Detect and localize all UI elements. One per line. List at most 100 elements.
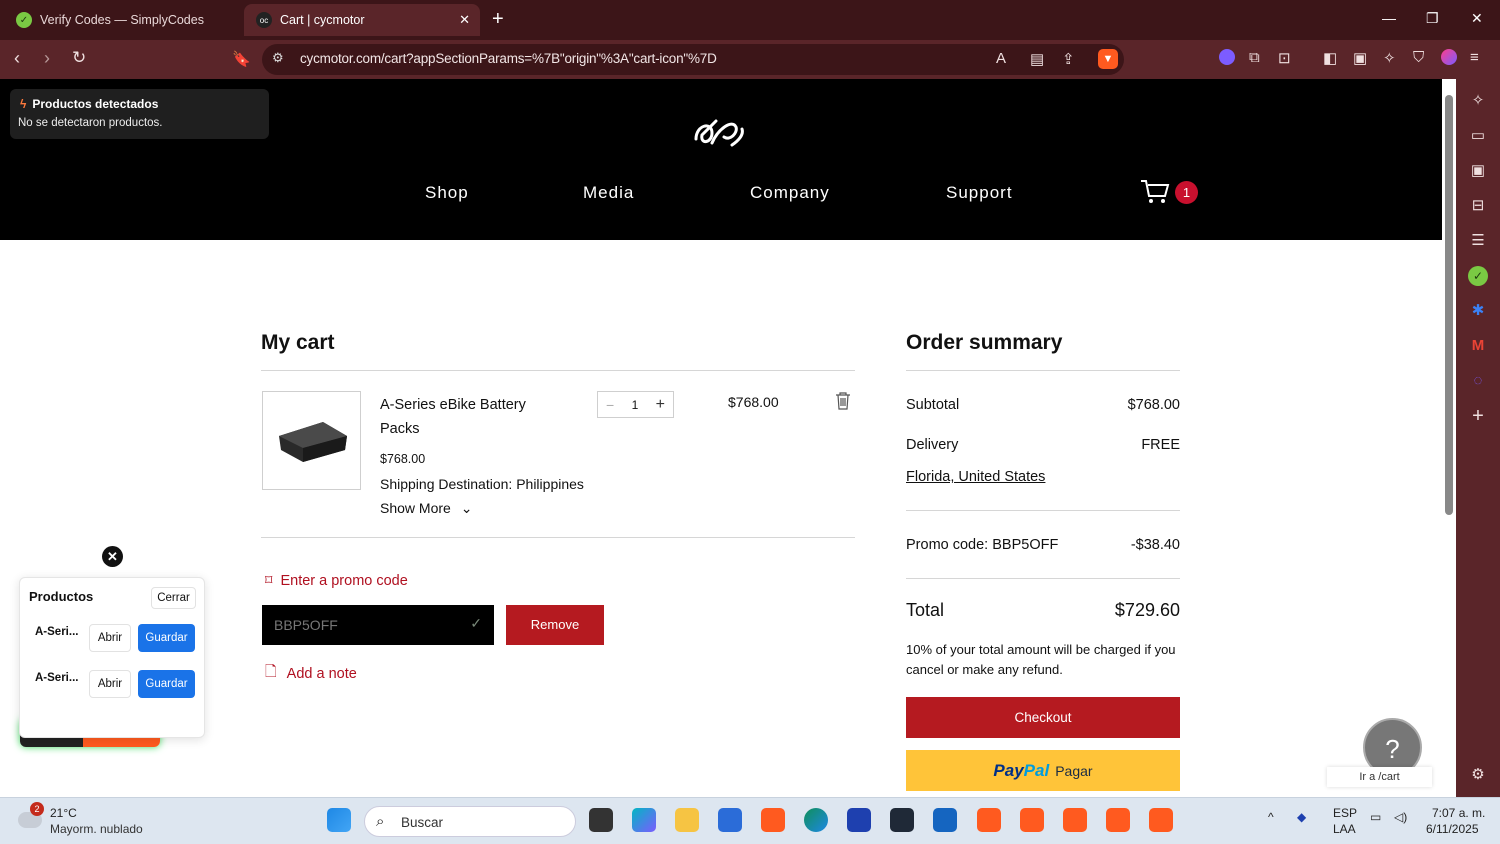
volume-icon[interactable]: ◁) [1394,810,1407,824]
close-widget-icon[interactable]: ✕ [102,546,123,567]
open-button[interactable]: Abrir [89,624,131,652]
back-icon[interactable]: ‹ [14,48,20,69]
tab-cycmotor[interactable]: oc Cart | cycmotor ✕ [244,4,480,36]
note-icon: 🗋 [265,664,277,680]
reading-list-icon[interactable]: ☰ [1468,231,1488,251]
talk-icon[interactable]: ▭ [1468,126,1488,146]
product-name[interactable]: A-Series eBike Battery Packs [380,393,540,441]
quantity-value[interactable]: 1 [632,398,639,412]
cart-count-badge[interactable]: 1 [1175,181,1198,204]
share-icon[interactable]: ⇪ [1062,50,1075,68]
gmail-icon[interactable]: M [1468,336,1488,356]
nav-shop[interactable]: Shop [425,183,469,203]
nav-company[interactable]: Company [750,183,830,203]
simplycodes-icon[interactable]: ✓ [1468,266,1488,286]
taskbar-search[interactable]: ⌕ Buscar [364,806,576,837]
window-close-icon[interactable]: ✕ [1471,10,1483,27]
restore-icon[interactable]: ❐ [1426,10,1439,27]
app-icon[interactable] [847,808,871,832]
remove-promo-button[interactable]: Remove [506,605,604,645]
promo-code-input[interactable]: BBP5OFF ✓ [262,605,494,645]
enter-promo-code-link[interactable]: ⌑ Enter a promo code [265,573,408,589]
brave-profile-icon[interactable] [977,808,1001,832]
page-scrollbar[interactable] [1442,79,1456,797]
wallet-icon[interactable]: ▣ [1468,161,1488,181]
profile-avatar[interactable] [1441,49,1457,65]
reader-icon[interactable]: ▤ [1030,50,1044,68]
sidebar-toggle-icon[interactable]: ◧ [1323,49,1337,67]
save-button[interactable]: Guardar [138,670,195,698]
puzzle-icon[interactable]: ✱ [1468,301,1488,321]
scrollbar-thumb[interactable] [1445,95,1453,515]
product-thumbnail[interactable] [262,391,361,490]
nav-media[interactable]: Media [583,183,634,203]
forward-icon[interactable]: › [44,48,50,69]
delivery-location-link[interactable]: Florida, United States [906,469,1045,485]
task-view-icon[interactable] [589,808,613,832]
tab-simplycodes[interactable]: ✓ Verify Codes — SimplyCodes [4,4,240,36]
order-summary-title: Order summary [906,331,1063,354]
brave-profile-icon[interactable] [1020,808,1044,832]
bookmark-icon[interactable]: 🔖 [232,50,251,68]
quantity-stepper[interactable]: − 1 + [597,391,674,418]
show-more-toggle[interactable]: Show More ⌄ [380,500,472,517]
leo-ai-icon[interactable]: ✧ [1468,91,1488,111]
language-top[interactable]: ESP [1333,806,1357,820]
extensions-icon[interactable]: ⧉ [1249,49,1260,66]
wallet-icon[interactable]: ▣ [1353,49,1367,67]
decrease-quantity-button[interactable]: − [606,397,614,413]
brave-icon[interactable] [761,808,785,832]
address-url[interactable]: cycmotor.com/cart?appSectionParams=%7B"o… [300,51,717,66]
nav-support[interactable]: Support [946,183,1013,203]
tray-app-icon[interactable]: ◆ [1297,810,1306,824]
store-icon[interactable] [718,808,742,832]
paypal-button[interactable]: PayPal Pagar [906,750,1180,791]
m365-icon[interactable] [632,808,656,832]
tag-icon: ⌑ [265,573,273,589]
language-bottom[interactable]: LAA [1333,822,1356,836]
terminal-icon[interactable] [890,808,914,832]
new-tab-button[interactable]: + [492,8,504,30]
site-settings-icon[interactable]: ⚙ [272,50,284,66]
extension-detected-popup: ϟ Productos detectados No se detectaron p… [10,89,269,139]
clock-date[interactable]: 6/11/2025 [1426,822,1479,836]
minimize-icon[interactable]: — [1382,10,1396,26]
app-ring-icon[interactable]: ◌ [1468,371,1488,391]
bookmarks-icon[interactable]: ⊟ [1468,196,1488,216]
close-tab-icon[interactable]: ✕ [459,12,470,28]
increase-quantity-button[interactable]: + [656,396,665,414]
cart-icon[interactable] [1140,179,1170,205]
trash-icon[interactable] [835,392,851,410]
add-note-link[interactable]: 🗋 Add a note [265,661,357,686]
file-explorer-icon[interactable] [675,808,699,832]
save-button[interactable]: Guardar [138,624,195,652]
extension-purple-icon[interactable] [1219,49,1235,65]
network-icon[interactable]: ▭ [1370,810,1381,824]
close-panel-button[interactable]: Cerrar [151,587,196,609]
promo-code-value[interactable]: BBP5OFF [274,617,338,633]
vpn-icon[interactable]: ⛉ [1413,49,1424,66]
add-panel-icon[interactable]: + [1468,406,1488,426]
cycmotor-logo[interactable] [692,115,748,149]
brave-shields-icon[interactable]: ▼ [1098,49,1118,69]
web-page: Shop Media Company Support 1 ϟ Productos … [0,79,1442,797]
brave-profile-icon[interactable] [1149,808,1173,832]
settings-icon[interactable]: ⚙ [1468,765,1488,785]
open-button[interactable]: Abrir [89,670,131,698]
brave-profile-icon[interactable] [1106,808,1130,832]
chevron-up-icon[interactable]: ^ [1268,810,1274,824]
reload-icon[interactable]: ↻ [72,48,86,68]
clock-time[interactable]: 7:07 a. m. [1432,806,1485,820]
search-placeholder: Buscar [401,815,444,830]
screenshot-icon[interactable]: ⊡ [1278,49,1291,67]
menu-icon[interactable]: ≡ [1470,49,1479,66]
subtotal-value: $768.00 [1127,397,1180,413]
translate-icon[interactable]: A [996,50,1006,67]
brave-profile-icon[interactable] [1063,808,1087,832]
checkout-button[interactable]: Checkout [906,697,1180,738]
leo-ai-icon[interactable]: ✧ [1383,49,1396,67]
edge-icon[interactable] [804,808,828,832]
notepad-icon[interactable] [933,808,957,832]
address-bar[interactable]: ⚙ cycmotor.com/cart?appSectionParams=%7B… [262,44,1124,75]
start-icon[interactable] [327,808,351,832]
